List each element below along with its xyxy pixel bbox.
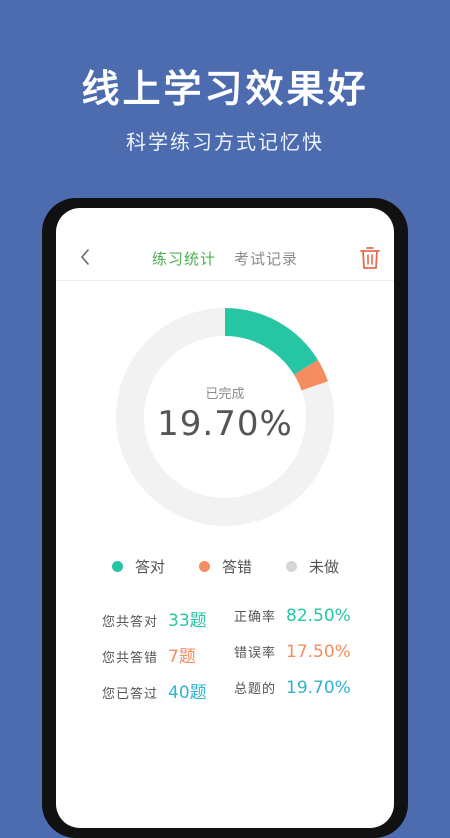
stat-value: 19.70% bbox=[286, 678, 351, 698]
stat-label: 您已答过 bbox=[102, 687, 159, 702]
top-bar: 练习统计 考试记录 bbox=[56, 208, 394, 281]
legend-dot-wrong bbox=[199, 561, 210, 572]
completed-value: 19.70% bbox=[157, 404, 293, 444]
stat-label: 总题的 bbox=[234, 682, 277, 697]
legend-item-undone: 未做 bbox=[286, 556, 339, 577]
stat-correct-count: 您共答对 33题 bbox=[102, 606, 207, 631]
legend-item-wrong: 答错 bbox=[199, 556, 252, 577]
stat-wrong-rate: 错误率 17.50% bbox=[234, 642, 351, 662]
stat-value: 82.50% bbox=[286, 606, 351, 626]
stat-value: 17.50% bbox=[286, 642, 351, 662]
stat-label: 正确率 bbox=[234, 610, 277, 625]
stat-value: 40题 bbox=[168, 683, 207, 703]
chevron-left-icon bbox=[81, 249, 89, 265]
trash-icon bbox=[360, 247, 380, 269]
stat-wrong-count: 您共答错 7题 bbox=[102, 642, 196, 667]
back-button[interactable] bbox=[68, 240, 102, 274]
legend-item-correct: 答对 bbox=[112, 556, 165, 577]
stat-value: 33题 bbox=[168, 611, 207, 631]
legend-label-correct: 答对 bbox=[135, 558, 166, 576]
stat-label: 您共答对 bbox=[102, 615, 159, 630]
delete-button[interactable] bbox=[356, 243, 384, 273]
stat-label: 您共答错 bbox=[102, 651, 159, 666]
donut-slice-correct bbox=[225, 308, 318, 375]
legend-dot-correct bbox=[112, 561, 123, 572]
app-screen: 练习统计 考试记录 已完成 19.70% 答对 答错 未做 您共答对 33题 您… bbox=[56, 208, 394, 828]
tab-exam-records[interactable]: 考试记录 bbox=[234, 248, 298, 269]
stat-label: 错误率 bbox=[234, 646, 277, 661]
promo-headline: 线上学习效果好 bbox=[81, 67, 369, 111]
promo-subline: 科学练习方式记忆快 bbox=[126, 130, 324, 154]
stat-value: 7题 bbox=[168, 647, 196, 667]
completed-caption: 已完成 bbox=[205, 387, 245, 402]
legend-dot-undone bbox=[286, 561, 297, 572]
stat-answered-count: 您已答过 40题 bbox=[102, 678, 207, 703]
stat-total-rate: 总题的 19.70% bbox=[234, 678, 351, 698]
tab-practice-stats[interactable]: 练习统计 bbox=[152, 248, 216, 269]
legend-label-undone: 未做 bbox=[309, 558, 340, 576]
stat-correct-rate: 正确率 82.50% bbox=[234, 606, 351, 626]
legend-label-wrong: 答错 bbox=[222, 558, 253, 576]
